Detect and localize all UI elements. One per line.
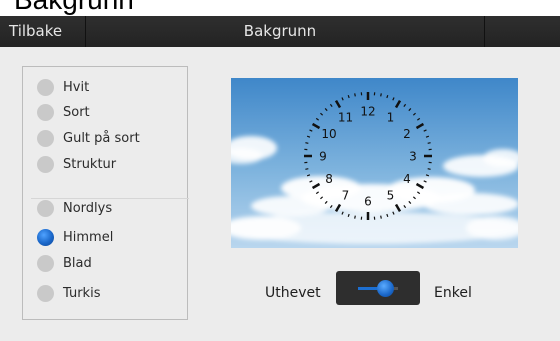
clock-number: 10 xyxy=(321,127,336,141)
option-label: Gult på sort xyxy=(63,130,140,146)
minute-tick xyxy=(427,168,431,170)
page-heading: Bakgrunn xyxy=(14,0,134,14)
radio-button[interactable] xyxy=(37,155,54,173)
clock-number: 9 xyxy=(319,150,327,164)
radio-button[interactable] xyxy=(37,129,54,147)
bar-divider xyxy=(484,16,485,47)
radio-button[interactable] xyxy=(37,103,54,121)
minute-tick xyxy=(354,93,356,97)
clock-number: 8 xyxy=(325,172,333,186)
option-turkis[interactable]: Turkis xyxy=(37,281,187,305)
minute-tick xyxy=(380,93,382,97)
option-label: Hvit xyxy=(63,79,90,95)
option-blad[interactable]: Blad xyxy=(37,251,187,275)
option-label: Sort xyxy=(63,104,90,120)
radio-button[interactable] xyxy=(37,284,54,302)
clock-number: 6 xyxy=(364,195,372,209)
toggle-knob[interactable] xyxy=(377,280,394,297)
option-label: Nordlys xyxy=(63,200,113,216)
clock-number: 1 xyxy=(387,111,395,125)
minute-tick xyxy=(305,168,309,170)
option-sort[interactable]: Sort xyxy=(37,100,187,124)
option-himmel[interactable]: Himmel xyxy=(37,225,187,249)
radio-button[interactable] xyxy=(37,254,54,272)
toggle-left-label: Uthevet xyxy=(265,285,321,301)
minute-tick xyxy=(380,215,382,219)
minute-tick xyxy=(305,142,309,144)
radio-button[interactable] xyxy=(37,78,54,96)
style-toggle-switch[interactable] xyxy=(336,271,420,305)
option-gult-pa-sort[interactable]: Gult på sort xyxy=(37,126,187,150)
background-options-panel: Hvit Sort Gult på sort Struktur Nordlys … xyxy=(22,66,189,320)
clock-number: 11 xyxy=(338,111,353,125)
minute-tick xyxy=(354,215,356,219)
option-struktur[interactable]: Struktur xyxy=(37,152,187,176)
clock-number: 7 xyxy=(342,188,350,202)
minute-tick xyxy=(427,142,431,144)
page-title: Bakgrunn xyxy=(243,22,317,40)
clock-number: 3 xyxy=(409,150,417,164)
background-preview: 12 1 2 3 4 5 6 7 8 9 10 11 xyxy=(231,78,518,248)
sky-clock-preview: 12 1234567891011 xyxy=(231,78,518,248)
clock-number: 2 xyxy=(403,127,411,141)
clock-number: 5 xyxy=(387,188,395,202)
option-label: Blad xyxy=(63,255,92,271)
option-hvit[interactable]: Hvit xyxy=(37,75,187,99)
option-label: Himmel xyxy=(63,229,114,245)
top-bar: Tilbake Bakgrunn xyxy=(0,16,560,47)
toggle-right-label: Enkel xyxy=(434,285,472,301)
content-area: Hvit Sort Gult på sort Struktur Nordlys … xyxy=(0,47,560,341)
radio-button[interactable] xyxy=(37,199,54,217)
radio-button-selected[interactable] xyxy=(37,228,54,246)
option-nordlys[interactable]: Nordlys xyxy=(37,196,187,220)
option-label: Struktur xyxy=(63,156,117,172)
option-label: Turkis xyxy=(63,285,101,301)
clock-number: 12 xyxy=(360,105,375,119)
clock-number: 4 xyxy=(403,172,411,186)
